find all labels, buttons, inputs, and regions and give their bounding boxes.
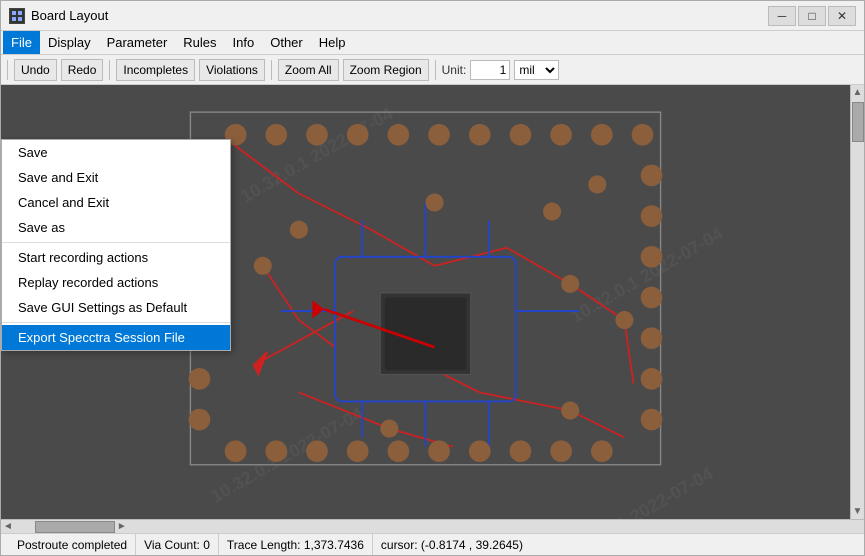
status-text: Postroute completed <box>9 534 136 555</box>
undo-button[interactable]: Undo <box>14 59 57 81</box>
cursor-coords: cursor: (-0.8174 , 39.2645) <box>381 538 523 552</box>
trace-length: Trace Length: 1,373.7436 <box>227 538 364 552</box>
scrollbar-v-thumb[interactable] <box>852 102 864 142</box>
file-dropdown-menu: Save Save and Exit Cancel and Exit Save … <box>1 139 231 351</box>
scroll-up-arrow[interactable]: ▲ <box>851 85 864 100</box>
menu-info[interactable]: Info <box>225 31 263 54</box>
menu-sep-2 <box>2 322 230 323</box>
toolbar-sep-3 <box>271 60 272 80</box>
status-message: Postroute completed <box>17 538 127 552</box>
menu-start-recording[interactable]: Start recording actions <box>2 245 230 270</box>
toolbar-sep-4 <box>435 60 436 80</box>
trace-length-section: Trace Length: 1,373.7436 <box>219 534 373 555</box>
menu-display[interactable]: Display <box>40 31 99 54</box>
window-title: Board Layout <box>31 8 768 23</box>
window-controls: ─ □ ✕ <box>768 6 856 26</box>
toolbar-sep-1 <box>7 60 8 80</box>
scrollbar-h-thumb[interactable] <box>35 521 115 533</box>
unit-input[interactable] <box>470 60 510 80</box>
menu-save-gui-settings[interactable]: Save GUI Settings as Default <box>2 295 230 320</box>
scroll-left-arrow[interactable]: ◄ <box>1 519 15 534</box>
main-window: Board Layout ─ □ ✕ File Display Paramete… <box>0 0 865 556</box>
unit-select[interactable]: mil mm inch <box>514 60 559 80</box>
cursor-section: cursor: (-0.8174 , 39.2645) <box>373 534 531 555</box>
toolbar-sep-2 <box>109 60 110 80</box>
menu-parameter[interactable]: Parameter <box>99 31 176 54</box>
scrollbar-horizontal[interactable]: ◄ ► <box>1 519 864 533</box>
redo-button[interactable]: Redo <box>61 59 104 81</box>
incompletes-button[interactable]: Incompletes <box>116 59 195 81</box>
zoom-all-button[interactable]: Zoom All <box>278 59 339 81</box>
pcb-canvas[interactable]: 10.32.0.1 2022-07-04 10.32.0.1 2022-07-0… <box>1 85 850 519</box>
unit-label: Unit: <box>442 63 467 77</box>
maximize-button[interactable]: □ <box>798 6 826 26</box>
via-count: Via Count: 0 <box>144 538 210 552</box>
minimize-button[interactable]: ─ <box>768 6 796 26</box>
violations-button[interactable]: Violations <box>199 59 265 81</box>
close-button[interactable]: ✕ <box>828 6 856 26</box>
menu-save[interactable]: Save <box>2 140 230 165</box>
toolbar: Undo Redo Incompletes Violations Zoom Al… <box>1 55 864 85</box>
title-bar: Board Layout ─ □ ✕ <box>1 1 864 31</box>
via-count-section: Via Count: 0 <box>136 534 219 555</box>
main-area: 10.32.0.1 2022-07-04 10.32.0.1 2022-07-0… <box>1 85 864 519</box>
zoom-region-button[interactable]: Zoom Region <box>343 59 429 81</box>
menu-file[interactable]: File <box>3 31 40 54</box>
menu-bar: File Display Parameter Rules Info Other … <box>1 31 864 55</box>
scroll-down-arrow[interactable]: ▼ <box>851 504 864 519</box>
menu-replay-recorded[interactable]: Replay recorded actions <box>2 270 230 295</box>
menu-export-specctra[interactable]: Export Specctra Session File <box>2 325 230 350</box>
menu-other[interactable]: Other <box>262 31 311 54</box>
menu-help[interactable]: Help <box>311 31 354 54</box>
menu-save-and-exit[interactable]: Save and Exit <box>2 165 230 190</box>
scrollbar-vertical[interactable]: ▲ ▼ <box>850 85 864 519</box>
status-bar: Postroute completed Via Count: 0 Trace L… <box>1 533 864 555</box>
scroll-right-arrow[interactable]: ► <box>115 519 129 534</box>
menu-rules[interactable]: Rules <box>175 31 224 54</box>
menu-save-as[interactable]: Save as <box>2 215 230 240</box>
menu-sep-1 <box>2 242 230 243</box>
menu-cancel-and-exit[interactable]: Cancel and Exit <box>2 190 230 215</box>
app-icon <box>9 8 25 24</box>
